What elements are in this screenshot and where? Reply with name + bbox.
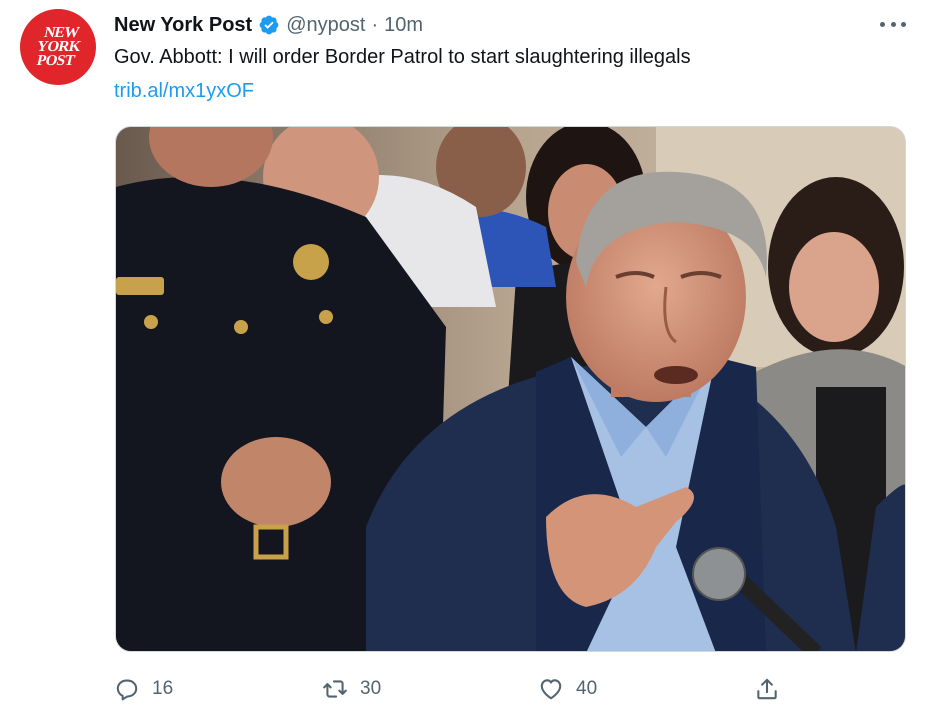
reply-count: 16	[152, 678, 174, 699]
share-button[interactable]	[754, 674, 780, 704]
more-options-icon[interactable]	[880, 14, 906, 34]
tweet-link[interactable]: trib.al/mx1yxOF	[114, 80, 254, 103]
reply-icon	[116, 679, 138, 701]
author-name[interactable]: New York Post	[114, 14, 252, 37]
reply-button[interactable]: 16	[114, 674, 173, 704]
logo-line-3: POST	[34, 53, 76, 69]
retweet-count: 30	[360, 678, 382, 699]
photo-illustration	[116, 127, 905, 651]
share-icon	[757, 678, 777, 700]
tweet-header: New York Post @nypost · 10m	[114, 10, 423, 40]
tweet-timestamp[interactable]: 10m	[384, 14, 423, 37]
like-count: 40	[576, 678, 598, 699]
author-avatar[interactable]: NEW YORK POST	[20, 9, 96, 85]
retweet-icon	[323, 680, 347, 698]
tweet-text: Gov. Abbott: I will order Border Patrol …	[114, 46, 691, 68]
author-handle[interactable]: @nypost	[286, 14, 365, 37]
tweet-action-bar: 16 30 40	[114, 674, 794, 704]
logo-line-2: YORK	[34, 39, 82, 55]
nypost-logo: NEW YORK POST	[32, 25, 84, 69]
verified-badge-icon	[258, 14, 280, 36]
like-button[interactable]: 40	[538, 674, 597, 704]
like-icon	[540, 679, 562, 700]
dot-separator: ·	[371, 13, 379, 36]
logo-line-1: NEW	[42, 25, 80, 41]
tweet-photo[interactable]	[115, 126, 906, 652]
retweet-button[interactable]: 30	[322, 674, 381, 704]
